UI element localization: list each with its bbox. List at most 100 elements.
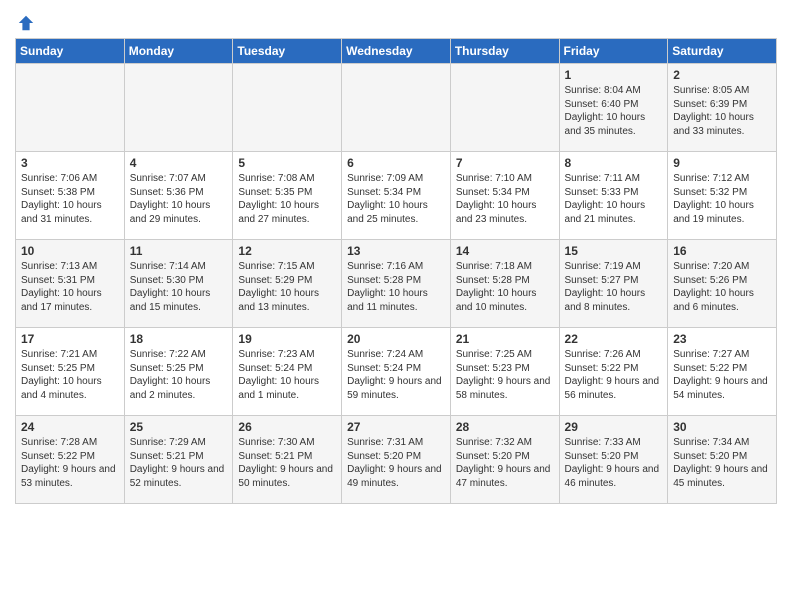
day-info: Sunrise: 7:29 AM Sunset: 5:21 PM Dayligh…	[130, 436, 228, 490]
calendar-table: SundayMondayTuesdayWednesdayThursdayFrid…	[15, 38, 777, 504]
day-number: 26	[238, 420, 336, 434]
day-info: Sunrise: 7:10 AM Sunset: 5:34 PM Dayligh…	[456, 172, 554, 226]
calendar-cell	[16, 64, 125, 152]
day-number: 4	[130, 156, 228, 170]
calendar-cell: 23 Sunrise: 7:27 AM Sunset: 5:22 PM Dayli…	[668, 328, 777, 416]
day-info: Sunrise: 7:14 AM Sunset: 5:30 PM Dayligh…	[130, 260, 228, 314]
calendar-cell	[450, 64, 559, 152]
calendar-cell: 24Sunrise: 7:28 AM Sunset: 5:22 PM Dayli…	[16, 416, 125, 504]
day-info: Sunrise: 7:26 AM Sunset: 5:22 PM Dayligh…	[565, 348, 663, 402]
day-number: 10	[21, 244, 119, 258]
day-number: 8	[565, 156, 663, 170]
weekday-header-row: SundayMondayTuesdayWednesdayThursdayFrid…	[16, 39, 777, 64]
calendar-cell: 26 Sunrise: 7:30 AM Sunset: 5:21 PM Dayli…	[233, 416, 342, 504]
day-number: 16	[673, 244, 771, 258]
calendar-cell: 7 Sunrise: 7:10 AM Sunset: 5:34 PM Daylig…	[450, 152, 559, 240]
calendar-cell	[342, 64, 451, 152]
day-info: Sunrise: 7:28 AM Sunset: 5:22 PM Dayligh…	[21, 436, 119, 490]
day-info: Sunrise: 7:09 AM Sunset: 5:34 PM Dayligh…	[347, 172, 445, 226]
calendar-cell: 2 Sunrise: 8:05 AM Sunset: 6:39 PM Daylig…	[668, 64, 777, 152]
day-info: Sunrise: 7:06 AM Sunset: 5:38 PM Dayligh…	[21, 172, 119, 226]
day-number: 25	[130, 420, 228, 434]
calendar-cell: 30 Sunrise: 7:34 AM Sunset: 5:20 PM Dayli…	[668, 416, 777, 504]
calendar-cell	[233, 64, 342, 152]
day-number: 11	[130, 244, 228, 258]
calendar-cell: 11 Sunrise: 7:14 AM Sunset: 5:30 PM Dayli…	[124, 240, 233, 328]
day-number: 7	[456, 156, 554, 170]
calendar-cell: 12 Sunrise: 7:15 AM Sunset: 5:29 PM Dayli…	[233, 240, 342, 328]
day-info: Sunrise: 7:23 AM Sunset: 5:24 PM Dayligh…	[238, 348, 336, 402]
day-info: Sunrise: 7:15 AM Sunset: 5:29 PM Dayligh…	[238, 260, 336, 314]
calendar-week-row: 3 Sunrise: 7:06 AM Sunset: 5:38 PM Daylig…	[16, 152, 777, 240]
day-info: Sunrise: 7:25 AM Sunset: 5:23 PM Dayligh…	[456, 348, 554, 402]
logo-icon	[17, 14, 35, 32]
day-info: Sunrise: 7:18 AM Sunset: 5:28 PM Dayligh…	[456, 260, 554, 314]
calendar-cell: 13 Sunrise: 7:16 AM Sunset: 5:28 PM Dayli…	[342, 240, 451, 328]
day-info: Sunrise: 7:11 AM Sunset: 5:33 PM Dayligh…	[565, 172, 663, 226]
day-number: 5	[238, 156, 336, 170]
weekday-header-tuesday: Tuesday	[233, 39, 342, 64]
day-info: Sunrise: 7:24 AM Sunset: 5:24 PM Dayligh…	[347, 348, 445, 402]
day-info: Sunrise: 7:08 AM Sunset: 5:35 PM Dayligh…	[238, 172, 336, 226]
day-number: 28	[456, 420, 554, 434]
calendar-cell: 27 Sunrise: 7:31 AM Sunset: 5:20 PM Dayli…	[342, 416, 451, 504]
day-number: 21	[456, 332, 554, 346]
day-number: 3	[21, 156, 119, 170]
calendar-week-row: 24Sunrise: 7:28 AM Sunset: 5:22 PM Dayli…	[16, 416, 777, 504]
calendar-cell: 1 Sunrise: 8:04 AM Sunset: 6:40 PM Daylig…	[559, 64, 668, 152]
calendar-cell: 9 Sunrise: 7:12 AM Sunset: 5:32 PM Daylig…	[668, 152, 777, 240]
calendar-cell: 16 Sunrise: 7:20 AM Sunset: 5:26 PM Dayli…	[668, 240, 777, 328]
day-number: 27	[347, 420, 445, 434]
calendar-cell: 21 Sunrise: 7:25 AM Sunset: 5:23 PM Dayli…	[450, 328, 559, 416]
calendar-cell: 6 Sunrise: 7:09 AM Sunset: 5:34 PM Daylig…	[342, 152, 451, 240]
day-number: 9	[673, 156, 771, 170]
calendar-cell: 4Sunrise: 7:07 AM Sunset: 5:36 PM Daylig…	[124, 152, 233, 240]
calendar-cell: 8 Sunrise: 7:11 AM Sunset: 5:33 PM Daylig…	[559, 152, 668, 240]
day-info: Sunrise: 7:12 AM Sunset: 5:32 PM Dayligh…	[673, 172, 771, 226]
logo	[15, 14, 35, 32]
calendar-cell: 10 Sunrise: 7:13 AM Sunset: 5:31 PM Dayli…	[16, 240, 125, 328]
calendar-body: 1 Sunrise: 8:04 AM Sunset: 6:40 PM Daylig…	[16, 64, 777, 504]
day-number: 19	[238, 332, 336, 346]
calendar-cell: 14Sunrise: 7:18 AM Sunset: 5:28 PM Dayli…	[450, 240, 559, 328]
weekday-header-saturday: Saturday	[668, 39, 777, 64]
calendar-week-row: 1 Sunrise: 8:04 AM Sunset: 6:40 PM Daylig…	[16, 64, 777, 152]
day-number: 17	[21, 332, 119, 346]
calendar-week-row: 17 Sunrise: 7:21 AM Sunset: 5:25 PM Dayli…	[16, 328, 777, 416]
day-info: Sunrise: 7:27 AM Sunset: 5:22 PM Dayligh…	[673, 348, 771, 402]
day-number: 6	[347, 156, 445, 170]
day-number: 13	[347, 244, 445, 258]
calendar-cell: 18Sunrise: 7:22 AM Sunset: 5:25 PM Dayli…	[124, 328, 233, 416]
calendar-cell: 19 Sunrise: 7:23 AM Sunset: 5:24 PM Dayli…	[233, 328, 342, 416]
calendar-cell: 5 Sunrise: 7:08 AM Sunset: 5:35 PM Daylig…	[233, 152, 342, 240]
calendar-week-row: 10 Sunrise: 7:13 AM Sunset: 5:31 PM Dayli…	[16, 240, 777, 328]
day-info: Sunrise: 7:33 AM Sunset: 5:20 PM Dayligh…	[565, 436, 663, 490]
day-number: 22	[565, 332, 663, 346]
day-number: 30	[673, 420, 771, 434]
day-info: Sunrise: 7:34 AM Sunset: 5:20 PM Dayligh…	[673, 436, 771, 490]
day-info: Sunrise: 8:05 AM Sunset: 6:39 PM Dayligh…	[673, 84, 771, 138]
day-info: Sunrise: 7:13 AM Sunset: 5:31 PM Dayligh…	[21, 260, 119, 314]
day-number: 1	[565, 68, 663, 82]
day-info: Sunrise: 7:31 AM Sunset: 5:20 PM Dayligh…	[347, 436, 445, 490]
day-info: Sunrise: 7:16 AM Sunset: 5:28 PM Dayligh…	[347, 260, 445, 314]
calendar-cell: 3 Sunrise: 7:06 AM Sunset: 5:38 PM Daylig…	[16, 152, 125, 240]
day-number: 20	[347, 332, 445, 346]
day-info: Sunrise: 7:19 AM Sunset: 5:27 PM Dayligh…	[565, 260, 663, 314]
day-number: 12	[238, 244, 336, 258]
calendar-cell: 20 Sunrise: 7:24 AM Sunset: 5:24 PM Dayli…	[342, 328, 451, 416]
calendar-cell: 28 Sunrise: 7:32 AM Sunset: 5:20 PM Dayli…	[450, 416, 559, 504]
day-number: 18	[130, 332, 228, 346]
day-info: Sunrise: 7:32 AM Sunset: 5:20 PM Dayligh…	[456, 436, 554, 490]
calendar-cell: 22 Sunrise: 7:26 AM Sunset: 5:22 PM Dayli…	[559, 328, 668, 416]
calendar-cell: 29Sunrise: 7:33 AM Sunset: 5:20 PM Dayli…	[559, 416, 668, 504]
day-info: Sunrise: 7:30 AM Sunset: 5:21 PM Dayligh…	[238, 436, 336, 490]
day-number: 2	[673, 68, 771, 82]
day-number: 15	[565, 244, 663, 258]
day-info: Sunrise: 7:20 AM Sunset: 5:26 PM Dayligh…	[673, 260, 771, 314]
calendar-cell: 17 Sunrise: 7:21 AM Sunset: 5:25 PM Dayli…	[16, 328, 125, 416]
calendar-cell: 15 Sunrise: 7:19 AM Sunset: 5:27 PM Dayli…	[559, 240, 668, 328]
day-info: Sunrise: 7:21 AM Sunset: 5:25 PM Dayligh…	[21, 348, 119, 402]
day-info: Sunrise: 8:04 AM Sunset: 6:40 PM Dayligh…	[565, 84, 663, 138]
day-number: 23	[673, 332, 771, 346]
